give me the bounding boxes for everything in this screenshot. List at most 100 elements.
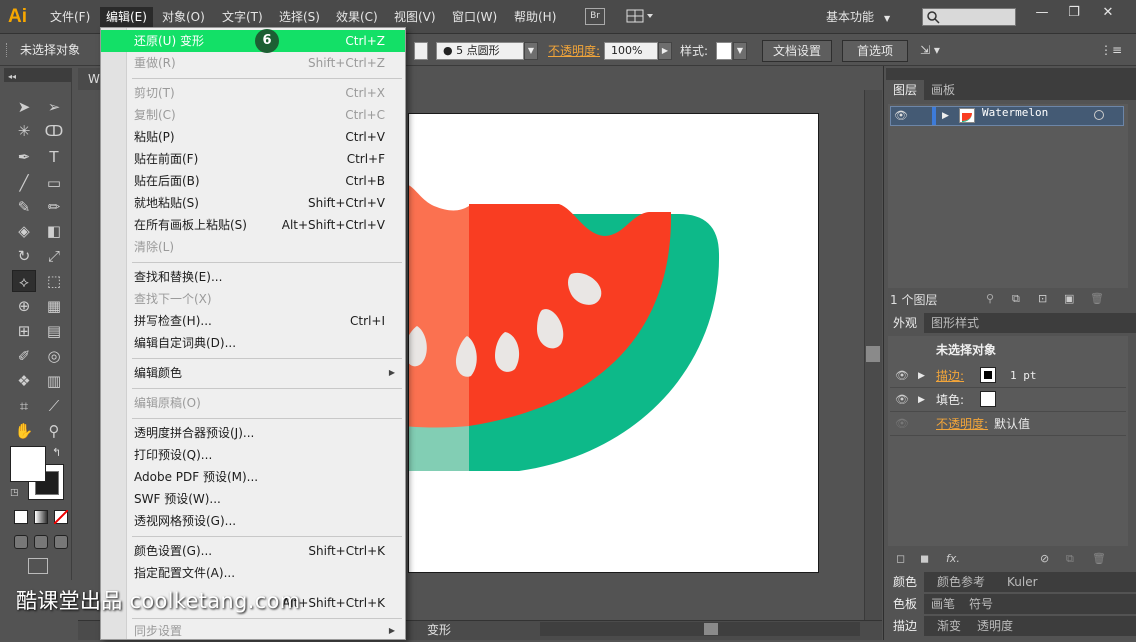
menu-item-spell-check[interactable]: 拼写检查(H)... Ctrl+I — [101, 310, 405, 332]
menu-item-pdf-presets[interactable]: Adobe PDF 预设(M)... — [101, 466, 405, 488]
slice-tool-icon[interactable]: ⟋ — [42, 395, 66, 417]
layer-name[interactable]: Watermelon — [982, 106, 1048, 126]
tab-artboards[interactable]: 画板 — [924, 80, 962, 100]
menu-view[interactable]: 视图(V) — [388, 7, 442, 27]
visibility-eye-icon[interactable]: 👁 — [892, 106, 910, 126]
opacity-chevron-down-icon[interactable]: ▶ — [658, 42, 672, 60]
visibility-eye-icon[interactable]: 👁 — [894, 388, 910, 412]
add-fill-icon[interactable]: ◼ — [920, 552, 929, 565]
menu-item-undo[interactable]: 还原(U) 变形 Ctrl+Z — [101, 30, 405, 52]
maximize-button[interactable]: ❐ — [1060, 2, 1088, 24]
tab-graphic-styles[interactable]: 图形样式 — [924, 313, 986, 333]
expand-triangle-icon[interactable]: ▶ — [918, 364, 925, 388]
tab-symbols[interactable]: 符号 — [962, 594, 1000, 614]
tab-swatches[interactable]: 色板 — [886, 594, 925, 614]
delete-layer-icon[interactable]: 🗑 — [1090, 292, 1104, 305]
swap-colors-icon[interactable]: ↰ — [52, 446, 61, 459]
tab-transparency[interactable]: 透明度 — [970, 616, 1020, 636]
panel-dock-header[interactable] — [886, 68, 1136, 80]
pen-tool-icon[interactable]: ✒ — [12, 146, 36, 168]
appearance-stroke-row[interactable]: 👁 ▶ 描边: 1 pt — [890, 364, 1126, 388]
arrange-documents-icon[interactable] — [626, 8, 654, 25]
free-transform-tool-icon[interactable]: ⬚ — [42, 270, 66, 292]
horizontal-scroll-thumb[interactable] — [704, 623, 718, 635]
eyedropper-tool-icon[interactable]: ✐ — [12, 345, 36, 367]
tab-gradient[interactable]: 渐变 — [930, 616, 968, 636]
menu-item-find-next[interactable]: 查找下一个(X) — [101, 288, 405, 310]
draw-normal-icon[interactable] — [14, 535, 28, 549]
tab-brushes[interactable]: 画笔 — [924, 594, 962, 614]
add-stroke-icon[interactable]: ◻ — [896, 552, 905, 565]
fx-icon[interactable]: fx. — [946, 552, 960, 565]
default-colors-icon[interactable]: ◳ — [10, 488, 20, 498]
menu-item-color-settings[interactable]: 颜色设置(G)... Shift+Ctrl+K — [101, 540, 405, 562]
panel-menu-icon[interactable]: ⋮≡ — [1100, 43, 1122, 59]
appearance-fill-row[interactable]: 👁 ▶ 填色: — [890, 388, 1126, 412]
horizontal-scrollbar[interactable] — [540, 622, 860, 636]
menu-item-paste-front[interactable]: 贴在前面(F) Ctrl+F — [101, 148, 405, 170]
perspective-grid-tool-icon[interactable]: ▦ — [42, 295, 66, 317]
workspace-switcher[interactable]: 基本功能 ▼ — [826, 7, 890, 27]
expand-triangle-icon[interactable]: ▶ — [942, 106, 949, 126]
hand-tool-icon[interactable]: ✋ — [12, 420, 36, 442]
target-circle-icon[interactable] — [1094, 110, 1104, 120]
preferences-button[interactable]: 首选项 — [842, 40, 908, 62]
menu-item-find-replace[interactable]: 查找和替换(E)... — [101, 266, 405, 288]
menu-item-paste-all-artboards[interactable]: 在所有画板上粘贴(S) Alt+Shift+Ctrl+V — [101, 214, 405, 236]
tab-stroke[interactable]: 描边 — [886, 616, 925, 636]
visibility-eye-icon[interactable]: 👁 — [894, 364, 910, 388]
selection-tool-icon[interactable]: ➤ — [12, 96, 36, 118]
style-chevron-down-icon[interactable]: ▼ — [733, 42, 747, 60]
direct-selection-tool-icon[interactable]: ➢ — [42, 96, 66, 118]
menu-item-clear[interactable]: 清除(L) — [101, 236, 405, 258]
menu-item-swf-presets[interactable]: SWF 预设(W)... — [101, 488, 405, 510]
screen-mode-icon[interactable] — [28, 558, 48, 574]
brush-chevron-down-icon[interactable]: ▼ — [524, 42, 538, 60]
menu-item-copy[interactable]: 复制(C) Ctrl+C — [101, 104, 405, 126]
locate-object-icon[interactable]: ⚲ — [986, 292, 994, 305]
menu-effect[interactable]: 效果(C) — [330, 7, 384, 27]
opacity-label[interactable]: 不透明度: — [548, 42, 600, 60]
menu-item-sync-settings[interactable]: 同步设置 ▶ — [101, 620, 405, 642]
menu-select[interactable]: 选择(S) — [273, 7, 326, 27]
new-sublayer-icon[interactable]: ⊡ — [1038, 292, 1047, 305]
graph-tool-icon[interactable]: ▥ — [42, 370, 66, 392]
stroke-variable-dropdown[interactable] — [414, 42, 428, 60]
width-tool-icon[interactable]: ⟡ — [12, 270, 36, 292]
draw-behind-icon[interactable] — [34, 535, 48, 549]
draw-inside-icon[interactable] — [54, 535, 68, 549]
menu-item-edit-dictionary[interactable]: 编辑自定词典(D)... — [101, 332, 405, 354]
menu-item-perspective-presets[interactable]: 透视网格预设(G)... — [101, 510, 405, 532]
shape-builder-tool-icon[interactable]: ⊕ — [12, 295, 36, 317]
scale-tool-icon[interactable]: ⤢ — [42, 245, 66, 267]
type-tool-icon[interactable]: T — [42, 146, 66, 168]
duplicate-item-icon[interactable]: ⧉ — [1066, 552, 1074, 566]
drag-handle[interactable] — [6, 43, 10, 57]
visibility-eye-icon[interactable]: 👁 — [894, 412, 910, 436]
brush-definition-dropdown[interactable]: ● 5 点圆形 — [436, 42, 524, 60]
color-mode-icon[interactable] — [14, 510, 28, 524]
pencil-tool-icon[interactable]: ✏ — [42, 196, 66, 218]
rectangle-tool-icon[interactable]: ▭ — [42, 172, 66, 194]
magic-wand-tool-icon[interactable]: ✳ — [12, 120, 36, 142]
close-button[interactable]: ✕ — [1094, 2, 1122, 24]
zoom-tool-icon[interactable]: ⚲ — [42, 420, 66, 442]
menu-item-flattener-presets[interactable]: 透明度拼合器预设(J)... — [101, 422, 405, 444]
paintbrush-tool-icon[interactable]: ✎ — [12, 196, 36, 218]
mesh-tool-icon[interactable]: ⊞ — [12, 320, 36, 342]
watermelon-artwork[interactable] — [409, 114, 820, 574]
menu-item-redo[interactable]: 重做(R) Shift+Ctrl+Z — [101, 52, 405, 74]
menu-item-edit-colors[interactable]: 编辑颜色 ▶ — [101, 362, 405, 384]
tab-appearance[interactable]: 外观 — [886, 313, 925, 333]
eraser-tool-icon[interactable]: ◧ — [42, 220, 66, 242]
rotate-tool-icon[interactable]: ↻ — [12, 245, 36, 267]
vertical-scroll-thumb[interactable] — [866, 346, 880, 362]
fill-color-swatch[interactable] — [980, 391, 996, 407]
tab-color-guide[interactable]: 颜色参考 — [930, 572, 992, 592]
clipping-mask-icon[interactable]: ⧉ — [1012, 292, 1020, 306]
fill-swatch[interactable] — [10, 446, 46, 482]
stroke-weight[interactable]: 1 pt — [1010, 364, 1037, 388]
menu-item-edit-original[interactable]: 编辑原稿(O) — [101, 392, 405, 414]
stroke-label[interactable]: 描边: — [936, 364, 964, 388]
menu-window[interactable]: 窗口(W) — [446, 7, 503, 27]
